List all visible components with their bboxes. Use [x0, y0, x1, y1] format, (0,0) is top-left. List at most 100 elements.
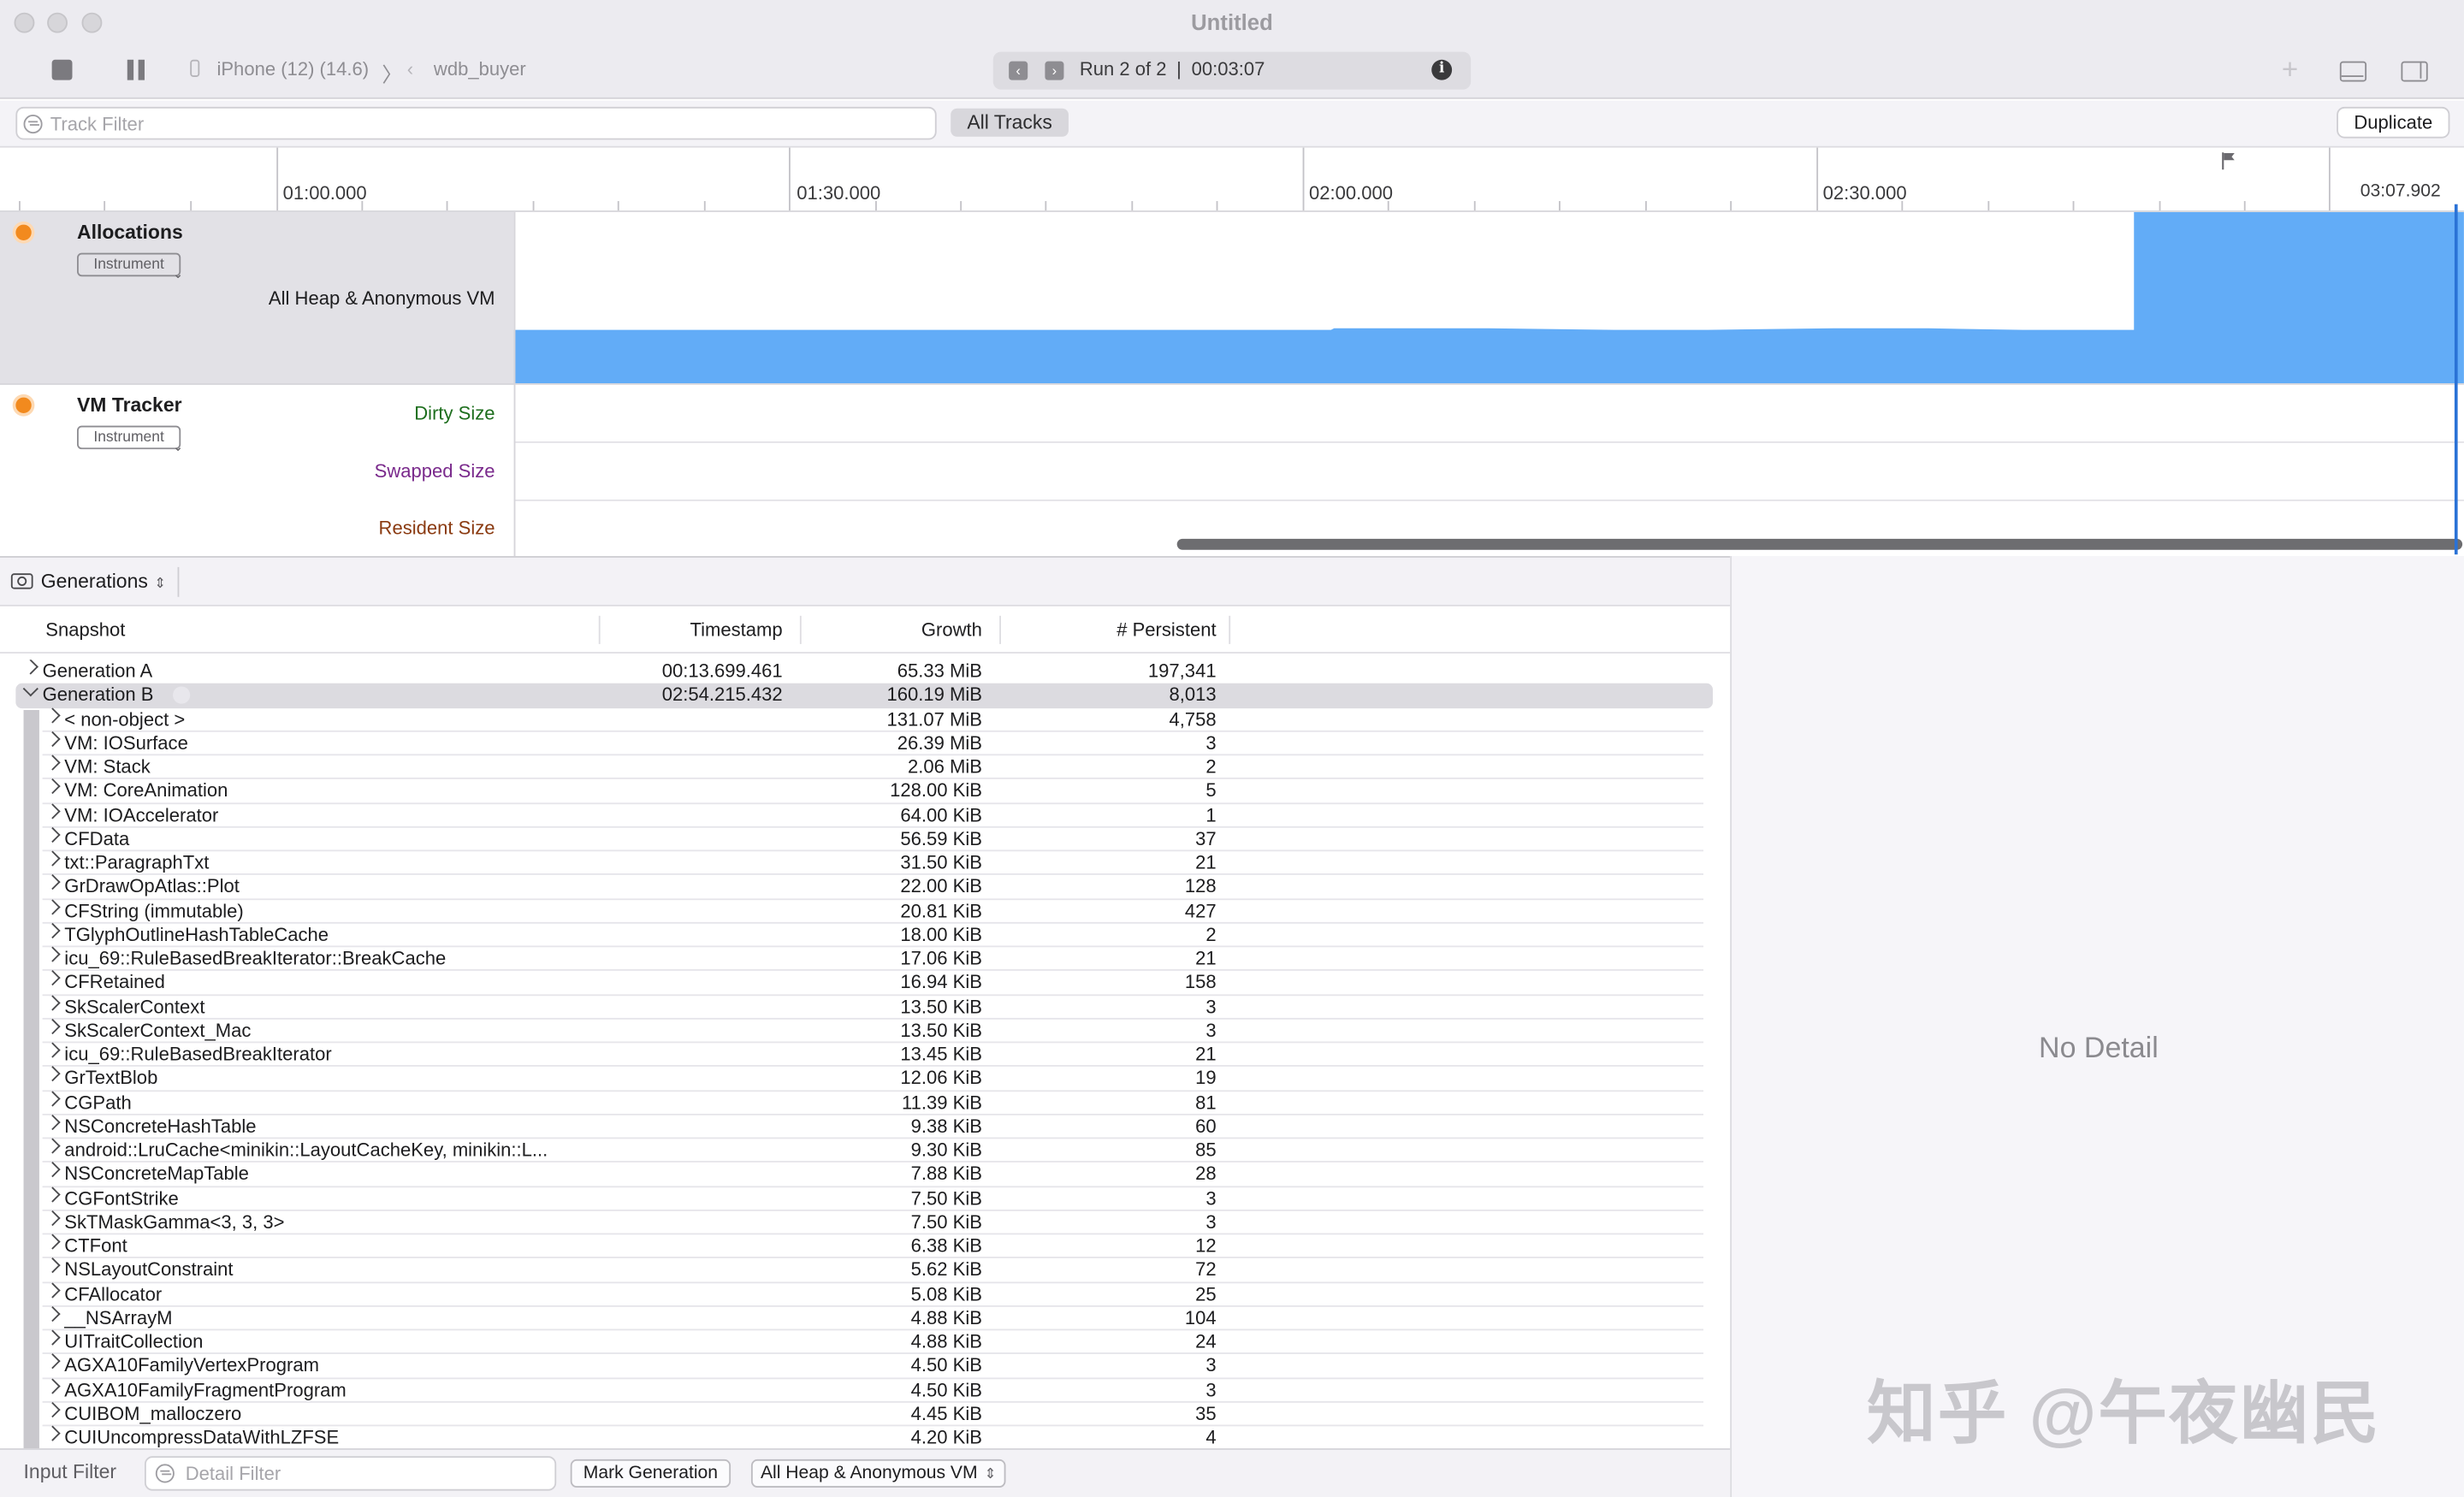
chevron-right-icon[interactable]: [44, 1210, 61, 1226]
chevron-down-icon[interactable]: [22, 681, 38, 697]
chevron-right-icon[interactable]: [44, 1329, 61, 1346]
timeline-ruler[interactable]: [0, 147, 2464, 212]
chevron-right-icon[interactable]: [44, 707, 61, 723]
table-row[interactable]: VM: IOSurface 26.39 MiB 3: [0, 731, 1730, 756]
table-row[interactable]: CFString (immutable) 20.81 KiB 427: [0, 898, 1730, 924]
table-row[interactable]: < non-object > 131.07 MiB 4,758: [0, 707, 1730, 732]
table-row[interactable]: VM: IOAccelerator 64.00 KiB 1: [0, 802, 1730, 828]
generation-row[interactable]: Generation A 00:13.699.461 65.33 MiB 197,34…: [0, 660, 1730, 683]
add-icon[interactable]: +: [2282, 53, 2298, 86]
target-app[interactable]: wdb_buyer: [434, 58, 526, 80]
playhead[interactable]: [2454, 204, 2458, 555]
column-persistent[interactable]: # Persistent: [1044, 619, 1216, 642]
table-row[interactable]: android::LruCache<minikin::LayoutCacheKe…: [0, 1138, 1730, 1163]
instrument-dropdown[interactable]: Instrument: [76, 425, 181, 450]
table-row[interactable]: icu_69::RuleBasedBreakIterator::BreakCac…: [0, 946, 1730, 972]
vm-tracker-graph[interactable]: [513, 384, 2464, 555]
table-row[interactable]: CTFont 6.38 KiB 12: [0, 1234, 1730, 1259]
chevron-right-icon[interactable]: [44, 970, 61, 986]
bottom-panel-toggle-icon[interactable]: [2339, 61, 2367, 82]
table-row[interactable]: UITraitCollection 4.88 KiB 24: [0, 1329, 1730, 1355]
chevron-right-icon[interactable]: [44, 731, 61, 747]
track-filter-input[interactable]: Track Filter: [15, 106, 937, 140]
vm-tracker-track-header[interactable]: VM Tracker Instrument ⌄ Dirty Size Swapp…: [0, 384, 514, 555]
table-row[interactable]: AGXA10FamilyVertexProgram 4.50 KiB 3: [0, 1353, 1730, 1379]
timeline-scrollbar[interactable]: [1176, 538, 2463, 550]
allocations-track-header[interactable]: Allocations Instrument ⌄ All Heap & Anon…: [0, 211, 514, 384]
table-row[interactable]: GrTextBlob 12.06 KiB 19: [0, 1066, 1730, 1092]
table-row[interactable]: SkScalerContext_Mac 13.50 KiB 3: [0, 1018, 1730, 1044]
table-row[interactable]: NSLayoutConstraint 5.62 KiB 72: [0, 1257, 1730, 1283]
table-row[interactable]: VM: Stack 2.06 MiB 2: [0, 754, 1730, 780]
chevron-right-icon[interactable]: [44, 922, 61, 938]
duplicate-button[interactable]: Duplicate: [2337, 106, 2450, 139]
chevron-right-icon[interactable]: [44, 994, 61, 1010]
column-snapshot[interactable]: Snapshot: [45, 619, 125, 642]
table-row[interactable]: CFAllocator 5.08 KiB 25: [0, 1281, 1730, 1307]
heap-type-select[interactable]: All Heap & Anonymous VM ⇕: [750, 1459, 1006, 1488]
chevron-right-icon[interactable]: [44, 1305, 61, 1322]
input-filter-label[interactable]: Input Filter: [24, 1461, 116, 1483]
chevron-right-icon[interactable]: [44, 1114, 61, 1130]
chevron-right-icon[interactable]: [44, 802, 61, 819]
next-run-button[interactable]: ›: [1045, 61, 1064, 80]
chevron-right-icon[interactable]: [44, 1090, 61, 1106]
table-row[interactable]: __NSArrayM 4.88 KiB 104: [0, 1305, 1730, 1331]
table-row[interactable]: VM: CoreAnimation 128.00 KiB 5: [0, 778, 1730, 804]
arrow-circle-icon[interactable]: [173, 686, 191, 705]
stop-recording-button[interactable]: [51, 59, 73, 80]
chevron-right-icon[interactable]: [44, 946, 61, 962]
table-row[interactable]: TGlyphOutlineHashTableCache 18.00 KiB 2: [0, 922, 1730, 948]
chevron-right-icon[interactable]: [44, 1138, 61, 1154]
chevron-right-icon[interactable]: [44, 850, 61, 867]
column-timestamp[interactable]: Timestamp: [594, 619, 782, 642]
chevron-right-icon[interactable]: [44, 754, 61, 771]
chevron-right-icon[interactable]: [44, 826, 61, 843]
chevron-right-icon[interactable]: [22, 660, 38, 675]
flag-icon[interactable]: [2222, 152, 2236, 170]
chevron-right-icon[interactable]: [44, 1042, 61, 1058]
table-row[interactable]: CGPath 11.39 KiB 81: [0, 1090, 1730, 1115]
chevron-right-icon[interactable]: [44, 1425, 61, 1441]
generations-mode-selector[interactable]: Generations ⇕: [41, 571, 166, 593]
chevron-right-icon[interactable]: [44, 1401, 61, 1417]
table-row[interactable]: CFRetained 16.94 KiB 158: [0, 970, 1730, 996]
table-row[interactable]: icu_69::RuleBasedBreakIterator 13.45 KiB 2…: [0, 1042, 1730, 1068]
table-row[interactable]: SkTMaskGamma<3, 3, 3> 7.50 KiB 3: [0, 1210, 1730, 1235]
chevron-right-icon[interactable]: [44, 874, 61, 891]
table-row[interactable]: AGXA10FamilyFragmentProgram 4.50 KiB 3: [0, 1377, 1730, 1403]
table-row[interactable]: CUIUncompressDataWithLZFSE 4.20 KiB 4: [0, 1425, 1730, 1448]
chevron-right-icon[interactable]: [44, 1234, 61, 1250]
chevron-right-icon[interactable]: [44, 778, 61, 795]
right-panel-toggle-icon[interactable]: [2401, 61, 2428, 82]
chevron-right-icon[interactable]: [44, 1257, 61, 1274]
table-header: Snapshot Timestamp Growth # Persistent: [0, 606, 1731, 654]
target-device[interactable]: iPhone (12) (14.6): [216, 58, 369, 80]
allocations-graph[interactable]: [513, 211, 2464, 384]
column-growth[interactable]: Growth: [809, 619, 982, 642]
table-row[interactable]: NSConcreteHashTable 9.38 KiB 60: [0, 1114, 1730, 1139]
table-row[interactable]: CUIBOM_malloczero 4.45 KiB 35: [0, 1401, 1730, 1427]
chevron-right-icon[interactable]: [44, 1018, 61, 1034]
chevron-right-icon[interactable]: [44, 1162, 61, 1178]
previous-run-button[interactable]: ‹: [1009, 61, 1028, 80]
pause-recording-button[interactable]: [126, 59, 146, 80]
mark-generation-button[interactable]: Mark Generation: [570, 1459, 732, 1488]
chevron-right-icon[interactable]: [44, 1066, 61, 1082]
chevron-right-icon[interactable]: [44, 1186, 61, 1202]
table-row[interactable]: CFData 56.59 KiB 37: [0, 826, 1730, 852]
table-row[interactable]: txt::ParagraphTxt 31.50 KiB 21: [0, 850, 1730, 876]
table-row[interactable]: GrDrawOpAtlas::Plot 22.00 KiB 128: [0, 874, 1730, 900]
chevron-right-icon[interactable]: [44, 1281, 61, 1298]
table-row[interactable]: SkScalerContext 13.50 KiB 3: [0, 994, 1730, 1020]
info-icon[interactable]: i: [1431, 59, 1453, 80]
chevron-right-icon[interactable]: [44, 1377, 61, 1393]
chevron-right-icon[interactable]: [44, 898, 61, 914]
table-row[interactable]: CGFontStrike 7.50 KiB 3: [0, 1186, 1730, 1211]
chevron-right-icon[interactable]: [44, 1353, 61, 1370]
instrument-dropdown[interactable]: Instrument: [76, 252, 181, 277]
detail-filter-input[interactable]: Detail Filter: [144, 1456, 557, 1491]
table-row[interactable]: NSConcreteMapTable 7.88 KiB 28: [0, 1162, 1730, 1187]
generation-row[interactable]: Generation B 02:54.215.432 160.19 MiB 8,013: [15, 681, 1714, 708]
all-tracks-button[interactable]: All Tracks: [951, 108, 1069, 137]
